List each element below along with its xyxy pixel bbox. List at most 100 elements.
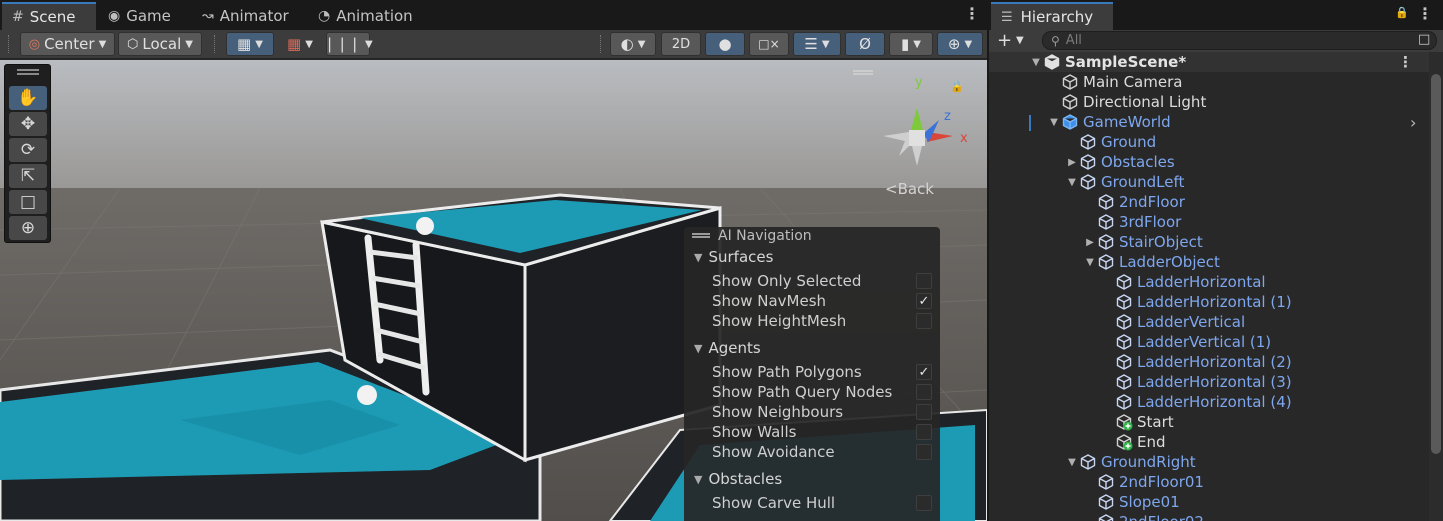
hierarchy-item[interactable]: LadderHorizontal (3)	[989, 372, 1429, 392]
scale-icon: ⇱	[20, 166, 36, 186]
hierarchy-item[interactable]: LadderVertical	[989, 312, 1429, 332]
ruler-button[interactable]: ❘❘❘ ▼	[323, 32, 373, 56]
lighting-toggle[interactable]: ●	[705, 32, 745, 56]
effects-dropdown[interactable]: ☰ ▼	[793, 32, 841, 56]
hierarchy-item[interactable]: 2ndFloor01	[989, 472, 1429, 492]
scene-tabbar: # Scene ◉ Game ↝ Animator ◔ Animation ⋮	[0, 0, 987, 30]
draw-mode-dropdown[interactable]: ◐ ▼	[610, 32, 656, 56]
overlay-menu-handle[interactable]	[853, 70, 873, 75]
option-show-carve-hull[interactable]: Show Carve Hull	[712, 493, 932, 513]
hierarchy-item[interactable]: LadderHorizontal (1)	[989, 292, 1429, 312]
ai-navigation-header[interactable]: AI Navigation	[684, 227, 940, 247]
gameobject-cube-icon	[1080, 134, 1096, 150]
checkbox[interactable]	[916, 384, 932, 400]
gameobject-cube-icon	[1116, 314, 1132, 330]
expand-down-icon[interactable]: ▼	[1065, 177, 1079, 188]
hierarchy-item[interactable]: LadderVertical (1)	[989, 332, 1429, 352]
agents-label: Agents	[708, 339, 761, 357]
tab-hierarchy[interactable]: ☰ Hierarchy	[991, 2, 1113, 30]
option-show-walls[interactable]: Show Walls	[712, 422, 932, 442]
option-show-heightmesh[interactable]: Show HeightMesh	[712, 311, 932, 331]
lock-icon[interactable]: 🔒	[950, 80, 964, 93]
tab-scene[interactable]: # Scene	[2, 2, 96, 30]
hierarchy-item[interactable]: LadderHorizontal	[989, 272, 1429, 292]
option-show-only-selected[interactable]: Show Only Selected	[712, 271, 932, 291]
move-tool-button[interactable]: ✥	[9, 112, 47, 136]
camera-dropdown[interactable]: ▮ ▼	[889, 32, 933, 56]
ai-navigation-title: AI Navigation	[718, 228, 812, 244]
hierarchy-item[interactable]: End	[989, 432, 1429, 452]
increment-snap-button[interactable]: ▦ ▼	[278, 32, 322, 56]
chevron-down-icon[interactable]: ▼	[1016, 35, 1024, 46]
checkbox[interactable]	[916, 424, 932, 440]
expand-down-icon[interactable]: ▼	[1029, 57, 1043, 68]
lock-icon[interactable]: 🔒	[1395, 6, 1409, 19]
transform-tool-button[interactable]: ⊕	[9, 216, 47, 240]
checkbox[interactable]	[916, 495, 932, 511]
hierarchy-item[interactable]: ▼ GameWorld	[989, 112, 1429, 132]
scene-row[interactable]: ▼ SampleScene* ⋮	[989, 52, 1429, 72]
option-show-avoidance[interactable]: Show Avoidance	[712, 442, 932, 462]
rotate-icon: ⟳	[20, 140, 36, 160]
hierarchy-item[interactable]: LadderHorizontal (4)	[989, 392, 1429, 412]
toggle-2d-button[interactable]: 2D	[661, 32, 701, 56]
checkbox-checked[interactable]: ✓	[916, 364, 932, 380]
hierarchy-item[interactable]: ▶ StairObject	[989, 232, 1429, 252]
tab-animation[interactable]: ◔ Animation	[308, 2, 423, 30]
hierarchy-item[interactable]: 3rdFloor	[989, 212, 1429, 232]
hierarchy-menu-icon[interactable]: ⋮	[1417, 4, 1433, 23]
hierarchy-item[interactable]: ▼ GroundRight	[989, 452, 1429, 472]
grid-snap-button[interactable]: ▦ ▼	[226, 32, 274, 56]
hierarchy-scrollbar[interactable]	[1431, 74, 1441, 454]
surfaces-foldout[interactable]: ▼ Surfaces	[694, 248, 773, 266]
chevron-down-icon: ▼	[365, 38, 373, 50]
gameobject-cube-icon	[1080, 154, 1096, 170]
rect-tool-button[interactable]: □	[9, 190, 47, 214]
tab-animator[interactable]: ↝ Animator	[192, 2, 299, 30]
hierarchy-item[interactable]: ▼ GroundLeft	[989, 172, 1429, 192]
expand-right-icon[interactable]: ▶	[1083, 237, 1097, 248]
pivot-mode-dropdown[interactable]: ◎ Center ▼	[20, 32, 115, 56]
tab-game[interactable]: ◉ Game	[98, 2, 181, 30]
hierarchy-item[interactable]: LadderHorizontal (2)	[989, 352, 1429, 372]
checkbox-checked[interactable]: ✓	[916, 293, 932, 309]
option-show-neighbours[interactable]: Show Neighbours	[712, 402, 932, 422]
hierarchy-search-input[interactable]: ⚲ All	[1042, 31, 1437, 50]
scene-menu-icon[interactable]: ⋮	[964, 4, 980, 23]
hierarchy-item[interactable]: Directional Light	[989, 92, 1429, 112]
hierarchy-item[interactable]: 2ndFloor02	[989, 512, 1429, 521]
create-plus-icon[interactable]: +	[997, 30, 1012, 51]
gizmo-back-button[interactable]: <Back	[885, 180, 934, 198]
option-show-path-query-nodes[interactable]: Show Path Query Nodes	[712, 382, 932, 402]
pivot-rotation-dropdown[interactable]: ⬡ Local ▼	[118, 32, 202, 56]
audio-toggle[interactable]: □×	[749, 32, 789, 56]
checkbox[interactable]	[916, 273, 932, 289]
agents-foldout[interactable]: ▼ Agents	[694, 339, 761, 357]
obstacles-foldout[interactable]: ▼ Obstacles	[694, 470, 782, 488]
rotate-tool-button[interactable]: ⟳	[9, 138, 47, 162]
expand-down-icon[interactable]: ▼	[1083, 257, 1097, 268]
palette-handle[interactable]	[17, 69, 39, 75]
hierarchy-item[interactable]: Slope01	[989, 492, 1429, 512]
hierarchy-item[interactable]: Main Camera	[989, 72, 1429, 92]
checkbox[interactable]	[916, 313, 932, 329]
expand-down-icon[interactable]: ▼	[1065, 457, 1079, 468]
checkbox[interactable]	[916, 404, 932, 420]
hidden-objects-toggle[interactable]: Ø	[845, 32, 885, 56]
option-show-path-polygons[interactable]: Show Path Polygons ✓	[712, 362, 932, 382]
scene-menu-icon[interactable]: ⋮	[1398, 53, 1413, 71]
hierarchy-item[interactable]: Ground	[989, 132, 1429, 152]
scale-tool-button[interactable]: ⇱	[9, 164, 47, 188]
hand-tool-button[interactable]: ✋	[9, 86, 47, 110]
expand-right-icon[interactable]: ▶	[1065, 157, 1079, 168]
hierarchy-item[interactable]: Start	[989, 412, 1429, 432]
hierarchy-item[interactable]: ▼ LadderObject	[989, 252, 1429, 272]
expand-down-icon[interactable]: ▼	[1047, 117, 1061, 128]
hierarchy-item-label: 2ndFloor02	[1119, 513, 1204, 521]
checkbox[interactable]	[916, 444, 932, 460]
gizmos-dropdown[interactable]: ⊕ ▼	[937, 32, 983, 56]
option-show-navmesh[interactable]: Show NavMesh ✓	[712, 291, 932, 311]
hierarchy-item[interactable]: 2ndFloor	[989, 192, 1429, 212]
search-by-type-icon[interactable]: □	[1418, 32, 1430, 47]
hierarchy-item[interactable]: ▶ Obstacles	[989, 152, 1429, 172]
